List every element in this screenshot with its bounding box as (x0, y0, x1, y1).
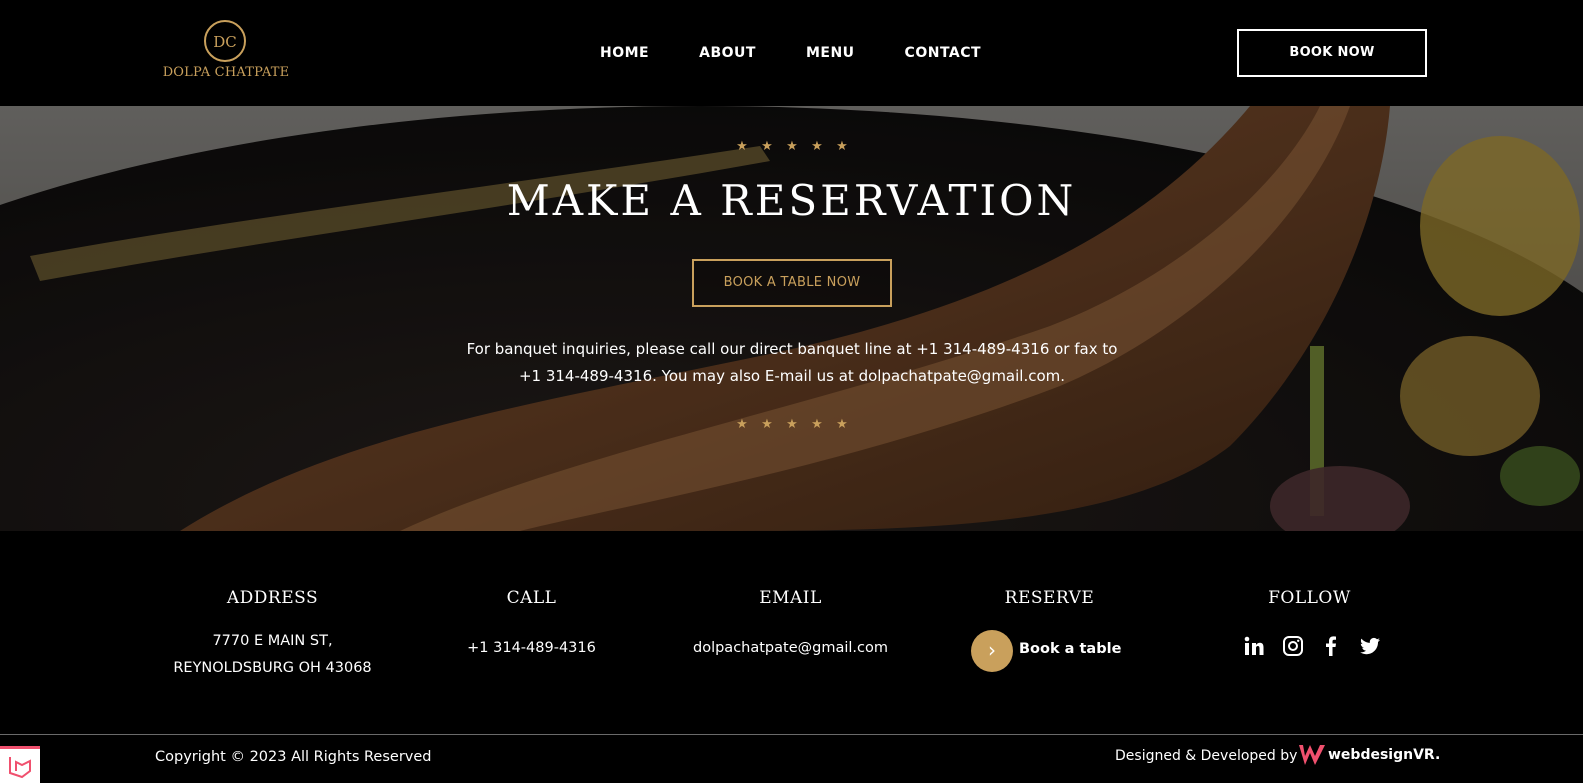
stars-top: ★ ★ ★ ★ ★ (732, 138, 852, 156)
webdesignvr-w-icon (1299, 745, 1325, 765)
call-title: CALL (506, 588, 557, 608)
star-icon: ★ (736, 417, 748, 432)
corner-badge-icon[interactable] (0, 746, 40, 783)
book-table-button[interactable]: BOOK A TABLE NOW (692, 259, 892, 307)
svg-text:DC: DC (213, 33, 237, 51)
star-icon: ★ (811, 139, 823, 154)
twitter-icon[interactable] (1358, 634, 1382, 658)
banquet-info-text: For banquet inquiries, please call our d… (466, 340, 1118, 385)
nav-about[interactable]: ABOUT (699, 42, 756, 64)
star-icon: ★ (761, 417, 773, 432)
star-icon: ★ (811, 417, 823, 432)
site-header: DC DOLPA CHATPATE HOME ABOUT MENU CONTAC… (0, 0, 1583, 106)
facebook-icon[interactable] (1319, 634, 1343, 658)
arrow-right-icon[interactable]: › (971, 630, 1013, 672)
page-title: MAKE A RESERVATION (506, 176, 1077, 225)
instagram-icon[interactable] (1281, 634, 1305, 658)
nav-menu[interactable]: MENU (806, 42, 855, 64)
social-links (1242, 634, 1382, 658)
logo-monogram-icon: DC (204, 20, 246, 62)
book-a-table-link[interactable]: › Book a table (971, 630, 1230, 674)
star-icon: ★ (836, 417, 848, 432)
nav-contact[interactable]: CONTACT (905, 42, 982, 64)
email-link[interactable]: dolpachatpate@gmail.com (661, 635, 920, 662)
book-a-table-label[interactable]: Book a table (1019, 641, 1121, 657)
main-nav: HOME ABOUT MENU CONTACT (600, 42, 1031, 64)
follow-title: FOLLOW (1268, 588, 1351, 608)
star-icon: ★ (761, 139, 773, 154)
webdesignvr-logo[interactable]: webdesignVR. (1298, 740, 1440, 770)
star-icon: ★ (836, 139, 848, 154)
phone-link[interactable]: +1 314-489-4316 (402, 635, 661, 662)
site-footer: ADDRESS 7770 E MAIN ST, REYNOLDSBURG OH … (0, 531, 1583, 734)
reservation-hero: ★ ★ ★ ★ ★ MAKE A RESERVATION BOOK A TABL… (0, 106, 1583, 531)
webdesignvr-wordmark: webdesignVR. (1328, 747, 1441, 763)
address-line-1: 7770 E MAIN ST, (212, 633, 333, 649)
credit-text: Designed & Developed by (1115, 748, 1298, 764)
linkedin-icon[interactable] (1242, 634, 1266, 658)
copyright-text: Copyright © 2023 All Rights Reserved (155, 749, 432, 765)
bottom-bar: Copyright © 2023 All Rights Reserved Des… (0, 735, 1583, 783)
address-line-2: REYNOLDSBURG OH 43068 (173, 660, 372, 676)
nav-home[interactable]: HOME (600, 42, 649, 64)
logo-text: DOLPA CHATPATE (162, 65, 290, 80)
book-now-button[interactable]: BOOK NOW (1237, 29, 1427, 77)
address-title: ADDRESS (226, 588, 319, 608)
star-icon: ★ (786, 139, 798, 154)
stars-bottom: ★ ★ ★ ★ ★ (732, 416, 852, 434)
email-title: EMAIL (759, 588, 822, 608)
address-text: 7770 E MAIN ST, REYNOLDSBURG OH 43068 (143, 628, 402, 682)
reserve-title: RESERVE (1004, 588, 1095, 608)
star-icon: ★ (736, 139, 748, 154)
star-icon: ★ (786, 417, 798, 432)
logo[interactable]: DC DOLPA CHATPATE (158, 20, 294, 84)
hero-overlay (0, 106, 1583, 531)
